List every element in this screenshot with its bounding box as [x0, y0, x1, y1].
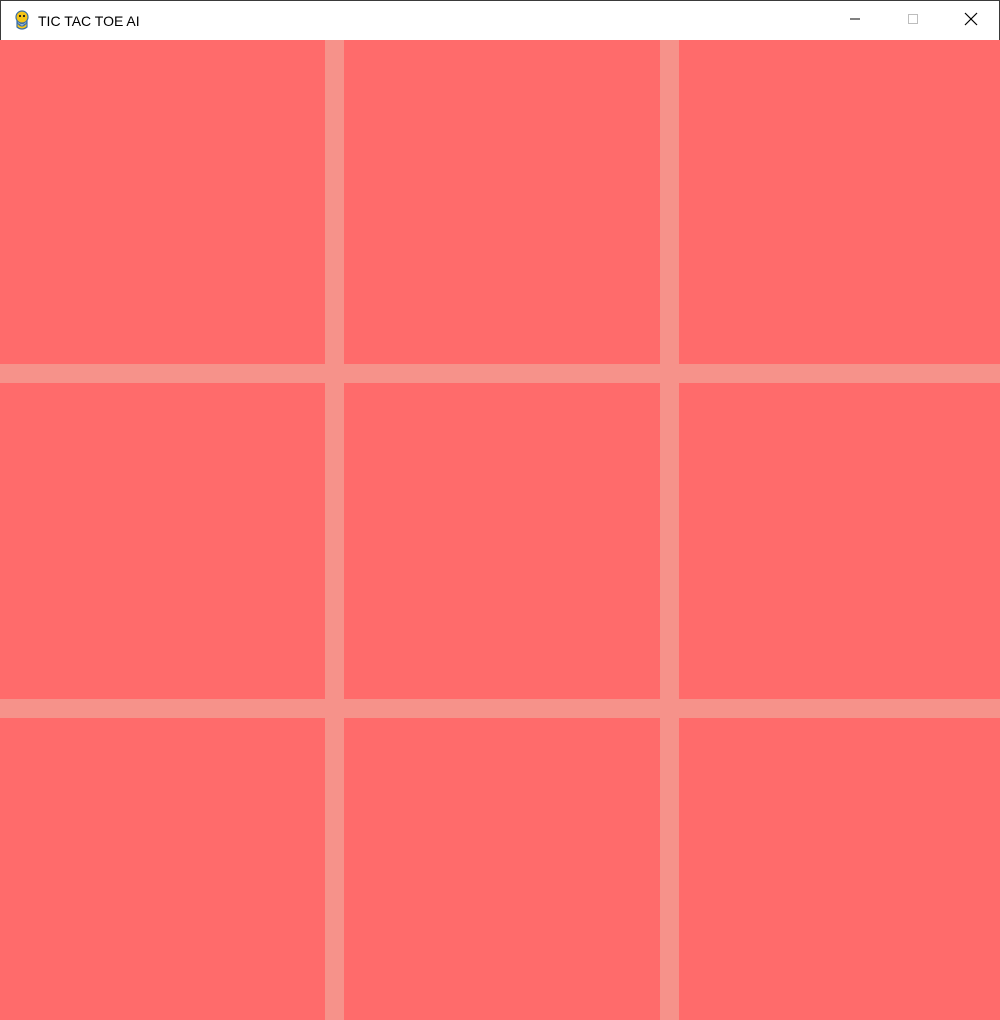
grid-line-vertical-2: [660, 40, 679, 1020]
board-cell-2[interactable]: [344, 40, 660, 364]
maximize-icon: [907, 12, 919, 30]
grid-line-horizontal-2: [0, 699, 1000, 718]
minimize-icon: [849, 12, 861, 30]
grid-line-vertical-1: [325, 40, 344, 1020]
board-cell-5[interactable]: [344, 383, 660, 699]
title-bar[interactable]: TIC TAC TOE AI: [0, 0, 1000, 40]
grid-line-horizontal-1: [0, 364, 1000, 383]
board-cell-6[interactable]: [679, 383, 1000, 699]
close-icon: [964, 12, 978, 31]
minimize-button[interactable]: [832, 1, 878, 41]
board-cell-3[interactable]: [679, 40, 1000, 364]
board-cell-1[interactable]: [0, 40, 325, 364]
maximize-button[interactable]: [890, 1, 936, 41]
board-cell-4[interactable]: [0, 383, 325, 699]
game-window: TIC TAC TOE AI: [0, 0, 1000, 1020]
tic-tac-toe-board[interactable]: [0, 40, 1000, 1020]
board-cell-8[interactable]: [344, 718, 660, 1020]
window-title: TIC TAC TOE AI: [38, 13, 140, 29]
close-button[interactable]: [948, 1, 994, 41]
board-cell-7[interactable]: [0, 718, 325, 1020]
board-cell-9[interactable]: [679, 718, 1000, 1020]
pygame-snake-icon: [12, 10, 32, 30]
